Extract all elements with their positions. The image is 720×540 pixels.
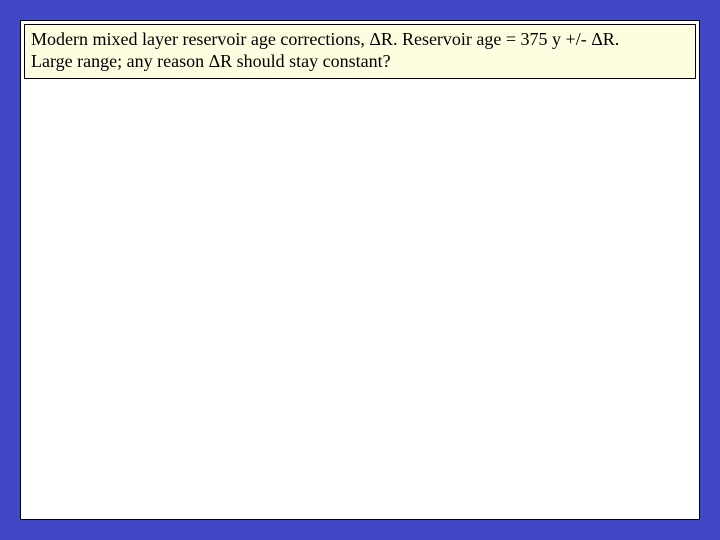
caption-line-2: Large range; any reason ΔR should stay c… [31,51,687,73]
caption-box: Modern mixed layer reservoir age correct… [24,24,696,79]
slide-frame: Modern mixed layer reservoir age correct… [20,20,700,520]
caption-line-1: Modern mixed layer reservoir age correct… [31,29,687,51]
